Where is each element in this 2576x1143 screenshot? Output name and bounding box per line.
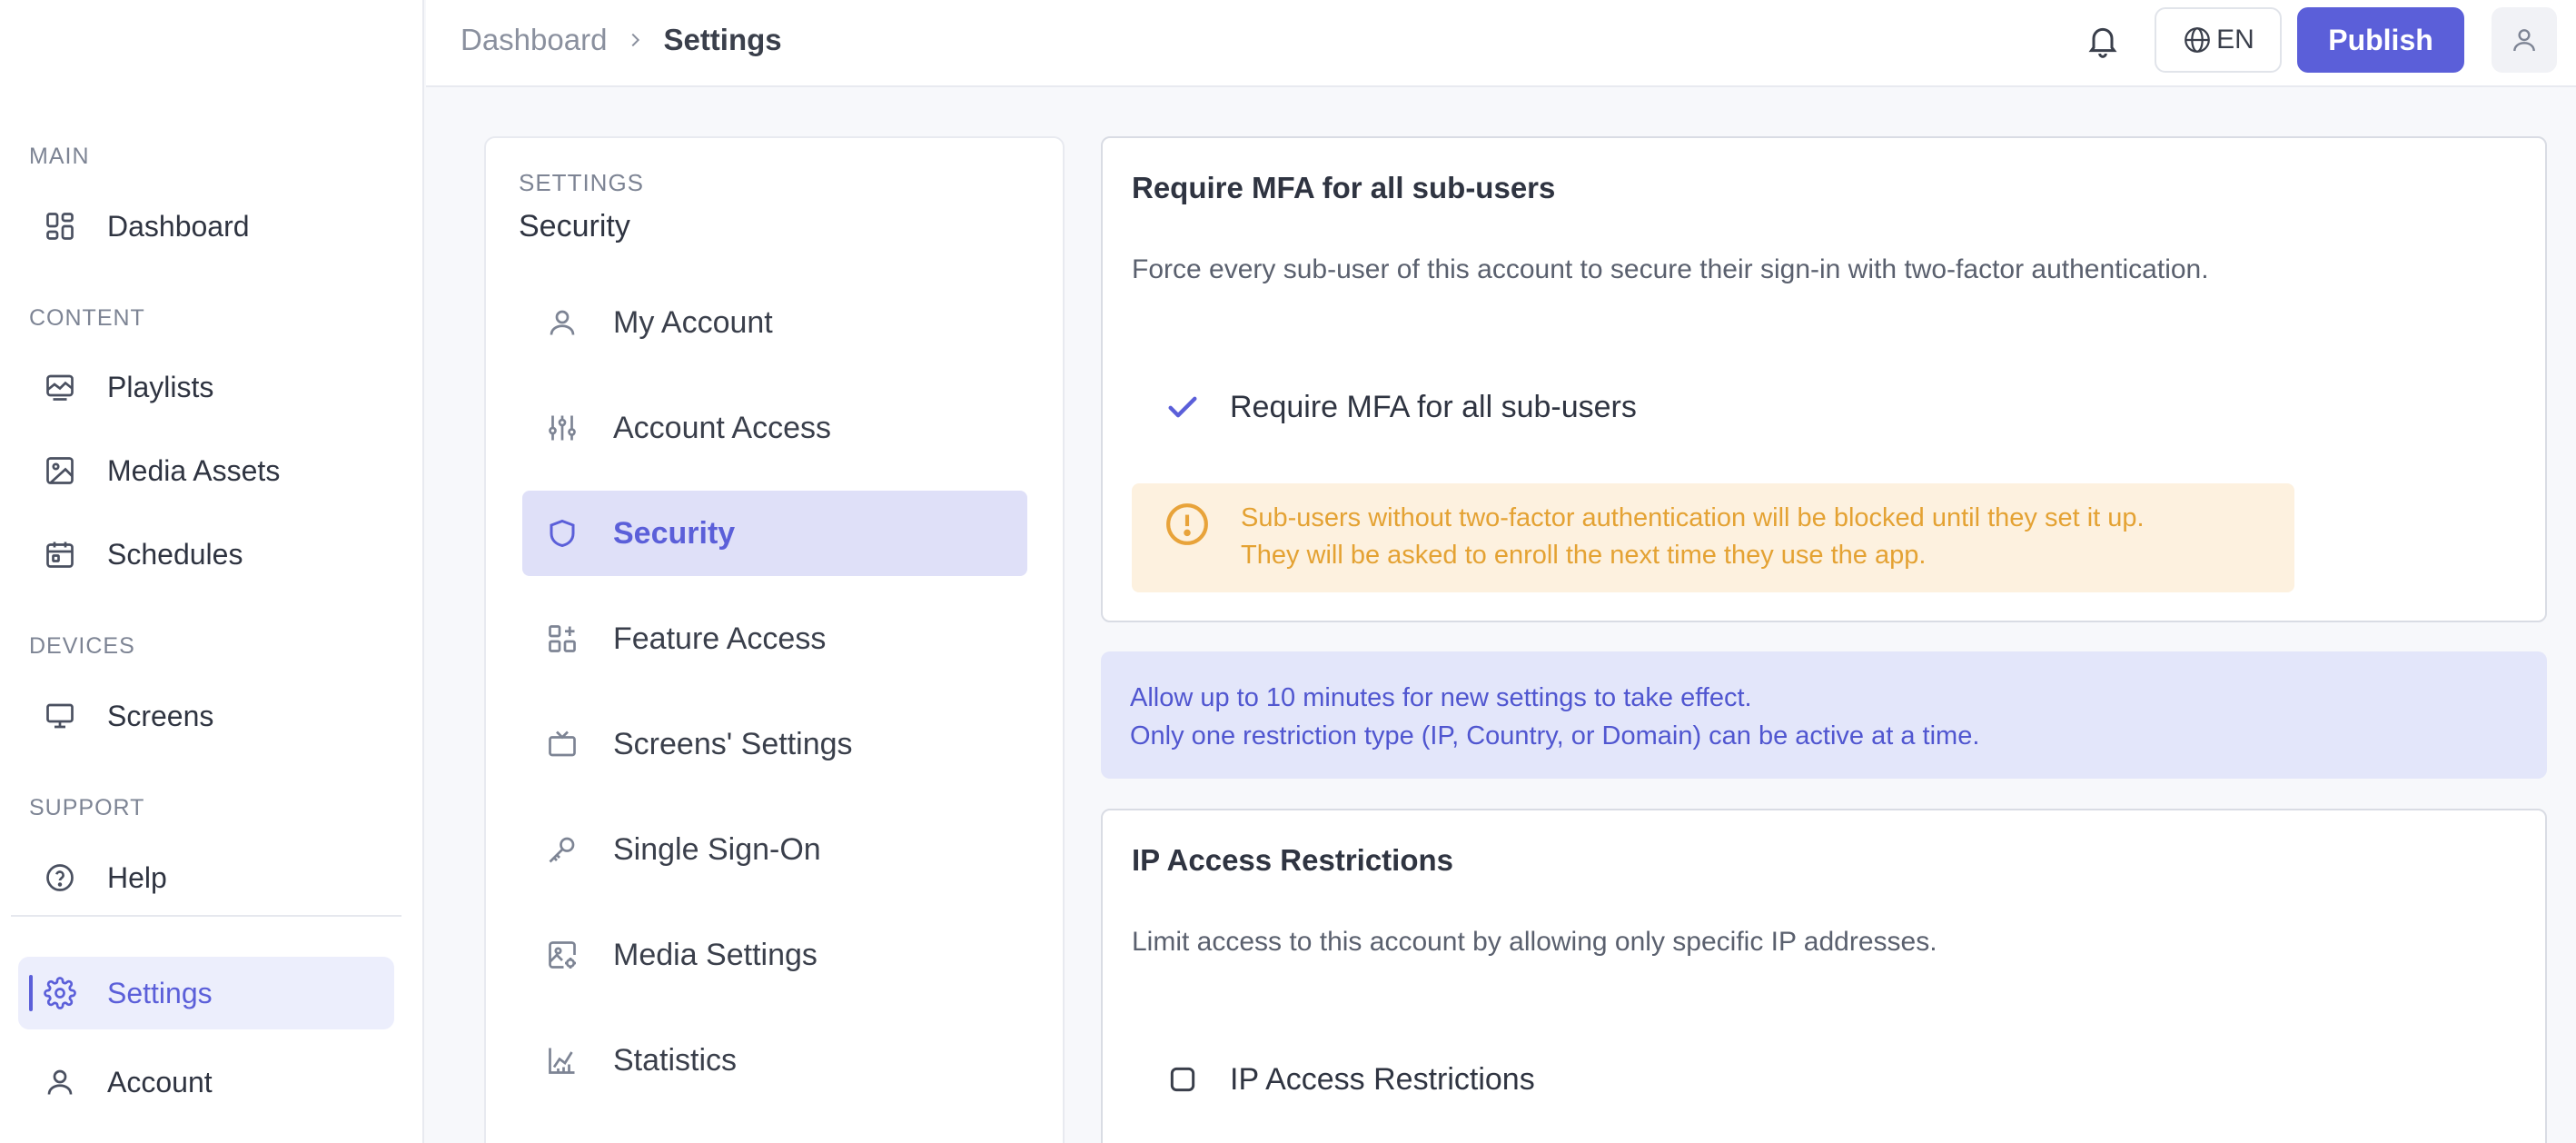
- settings-nav-screens-settings[interactable]: Screens' Settings: [522, 701, 1027, 787]
- sidebar-item-dashboard[interactable]: Dashboard: [18, 190, 394, 263]
- sliders-icon: [549, 415, 576, 441]
- sidebar-divider: [11, 915, 401, 917]
- settings-nav-label: Statistics: [613, 1042, 738, 1078]
- info-notice-line: Only one restriction type (IP, Country, …: [1130, 721, 1980, 750]
- sidebar-group-devices: DEVICES: [29, 633, 135, 659]
- publish-button[interactable]: Publish: [2297, 7, 2464, 73]
- avatar-icon: [2513, 29, 2535, 52]
- checkbox-empty-icon: [1170, 1067, 1195, 1092]
- settings-nav-label: Account Access: [613, 410, 832, 445]
- sidebar-item-label: Settings: [107, 976, 213, 1009]
- help-icon: [46, 864, 74, 891]
- globe-icon: [2185, 27, 2211, 53]
- sidebar-item-label: Screens: [107, 699, 214, 732]
- sidebar-item-label: Schedules: [107, 537, 243, 571]
- chevron-right-icon: [631, 33, 640, 47]
- sidebar-item-label: Account: [107, 1065, 213, 1098]
- mfa-warning-line: Sub-users without two-factor authenticat…: [1241, 503, 2145, 532]
- sidebar-item-schedules[interactable]: Schedules: [18, 518, 394, 591]
- breadcrumb-current: Settings: [663, 23, 782, 56]
- check-icon: [1168, 396, 1197, 418]
- settings-nav-label: Single Sign-On: [613, 831, 821, 867]
- settings-nav-label: Media Settings: [613, 937, 817, 972]
- user-icon: [550, 310, 575, 335]
- ip-restrictions-checkbox[interactable]: IP Access Restrictions: [1164, 1061, 1535, 1098]
- mfa-warning-text: Sub-users without two-factor authenticat…: [1241, 500, 2145, 574]
- settings-nav-label: My Account: [613, 304, 773, 340]
- settings-nav-feature-access[interactable]: Feature Access: [522, 596, 1027, 681]
- playlist-icon: [46, 374, 74, 401]
- mfa-warning-line: They will be asked to enroll the next ti…: [1241, 541, 1927, 570]
- mfa-card: Require MFA for all sub-users Force ever…: [1101, 136, 2547, 622]
- gear-icon: [44, 977, 76, 1009]
- settings-nav-my-account[interactable]: My Account: [522, 280, 1027, 365]
- settings-nav-label: Feature Access: [613, 621, 827, 656]
- settings-nav-media-settings[interactable]: Media Settings: [522, 912, 1027, 998]
- chart-icon: [549, 1048, 575, 1074]
- mfa-card-description: Force every sub-user of this account to …: [1132, 254, 2209, 284]
- mfa-warning-alert: Sub-users without two-factor authenticat…: [1132, 483, 2294, 592]
- sidebar-item-label: Help: [107, 860, 167, 894]
- settings-info-notice: Allow up to 10 minutes for new settings …: [1101, 651, 2547, 779]
- sidebar-item-playlists[interactable]: Playlists: [18, 351, 394, 423]
- info-notice-line: Allow up to 10 minutes for new settings …: [1130, 683, 1752, 712]
- settings-nav-label: Screens' Settings: [613, 726, 853, 761]
- settings-nav-security[interactable]: Security: [522, 491, 1027, 576]
- image-icon: [46, 457, 74, 484]
- ip-checkbox-label: IP Access Restrictions: [1230, 1061, 1535, 1097]
- sidebar-group-main: MAIN: [29, 144, 90, 169]
- info-notice-text: Allow up to 10 minutes for new settings …: [1130, 679, 1979, 755]
- sidebar-item-account[interactable]: Account: [18, 1046, 394, 1118]
- sidebar-item-media-assets[interactable]: Media Assets: [18, 434, 394, 507]
- key-icon: [549, 837, 575, 863]
- settings-nav-single-sign-on[interactable]: Single Sign-On: [522, 807, 1027, 892]
- user-menu-button[interactable]: [2492, 7, 2557, 73]
- grid-plus-icon: [549, 625, 576, 652]
- image-settings-icon: [549, 941, 576, 969]
- language-selector[interactable]: EN: [2155, 7, 2282, 73]
- sidebar-item-help[interactable]: Help: [18, 841, 394, 914]
- top-bar: Dashboard Settings EN Publish: [426, 0, 2576, 87]
- bell-icon[interactable]: [2085, 22, 2121, 58]
- settings-kicker: SETTINGS: [519, 169, 645, 196]
- breadcrumb-dashboard-link[interactable]: Dashboard: [461, 23, 607, 57]
- breadcrumb: Dashboard Settings: [461, 0, 782, 80]
- ip-restrictions-card: IP Access Restrictions Limit access to t…: [1101, 809, 2547, 1143]
- settings-nav-panel: SETTINGS Security My Account Account Acc…: [484, 136, 1065, 1143]
- monitor-icon: [46, 703, 74, 729]
- sidebar-item-label: Playlists: [107, 370, 214, 403]
- sidebar-group-content: CONTENT: [29, 305, 145, 331]
- calendar-icon: [46, 542, 74, 568]
- tv-icon: [549, 731, 576, 757]
- sidebar-item-settings[interactable]: Settings: [18, 957, 394, 1029]
- main-sidebar: MAIN Dashboard CONTENT Playlists Media A…: [0, 0, 424, 1143]
- settings-nav-account-access[interactable]: Account Access: [522, 385, 1027, 471]
- settings-section-title: Security: [519, 209, 630, 244]
- sidebar-item-screens[interactable]: Screens: [18, 680, 394, 752]
- ip-card-description: Limit access to this account by allowing…: [1132, 927, 1937, 957]
- sidebar-item-label: Media Assets: [107, 453, 281, 487]
- sidebar-item-label: Dashboard: [107, 209, 250, 243]
- mfa-checkbox-label: Require MFA for all sub-users: [1230, 389, 1637, 424]
- ip-card-title: IP Access Restrictions: [1132, 843, 1454, 877]
- user-icon: [47, 1069, 73, 1095]
- language-label: EN: [2216, 25, 2254, 55]
- mfa-checkbox[interactable]: Require MFA for all sub-users: [1164, 389, 1637, 425]
- dashboard-icon: [46, 213, 74, 240]
- warning-icon: [1166, 503, 1208, 545]
- sidebar-group-support: SUPPORT: [29, 795, 145, 820]
- mfa-card-title: Require MFA for all sub-users: [1132, 171, 1556, 204]
- settings-nav-label: Security: [613, 515, 736, 551]
- settings-nav-statistics[interactable]: Statistics: [522, 1018, 1027, 1103]
- shield-icon: [550, 519, 575, 548]
